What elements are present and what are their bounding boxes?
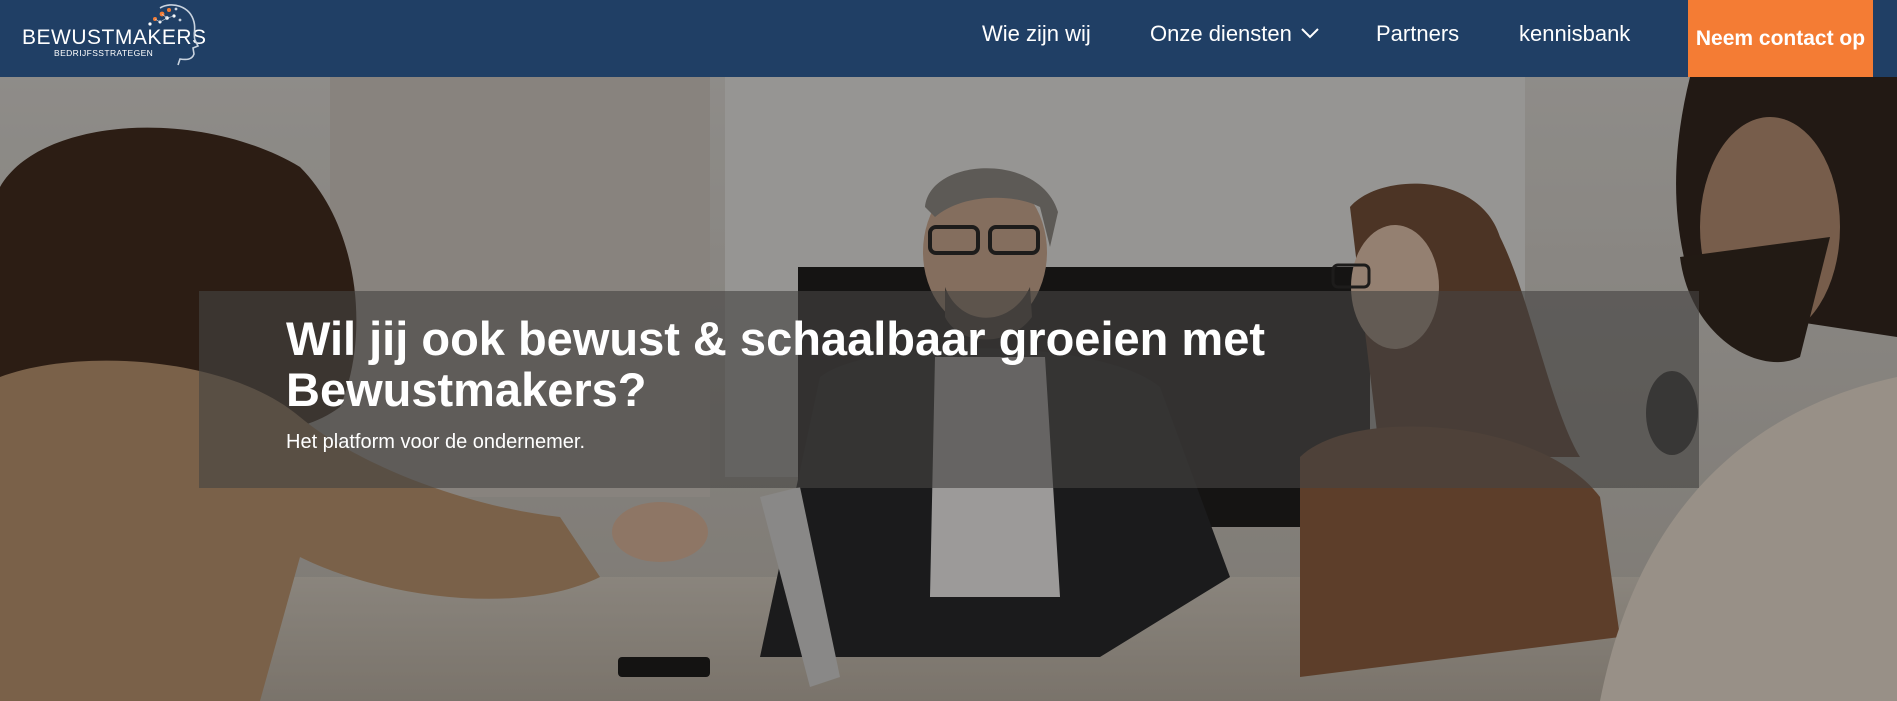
nav-item-kennisbank[interactable]: kennisbank [1519, 21, 1630, 47]
hero-subtitle: Het platform voor de ondernemer. [286, 431, 586, 453]
nav-item-partners[interactable]: Partners [1376, 21, 1459, 47]
brand-logo[interactable]: BEWUSTMAKERS BEDRIJFSSTRATEGEN [20, 2, 206, 68]
nav-item-wie-zijn-wij[interactable]: Wie zijn wij [982, 21, 1091, 47]
nav-item-label: Onze diensten [1150, 21, 1292, 46]
hero-section: Wil jij ook bewust & schaalbaar groeien … [0, 77, 1897, 701]
chevron-down-icon [1301, 28, 1319, 39]
site-header: BEWUSTMAKERS BEDRIJFSSTRATEGEN Wie zijn … [0, 0, 1897, 77]
head-logo-icon [148, 4, 200, 66]
contact-button[interactable]: Neem contact op [1688, 0, 1873, 77]
hero-title: Wil jij ook bewust & schaalbaar groeien … [286, 312, 1265, 416]
nav-item-onze-diensten[interactable]: Onze diensten [1150, 21, 1320, 47]
